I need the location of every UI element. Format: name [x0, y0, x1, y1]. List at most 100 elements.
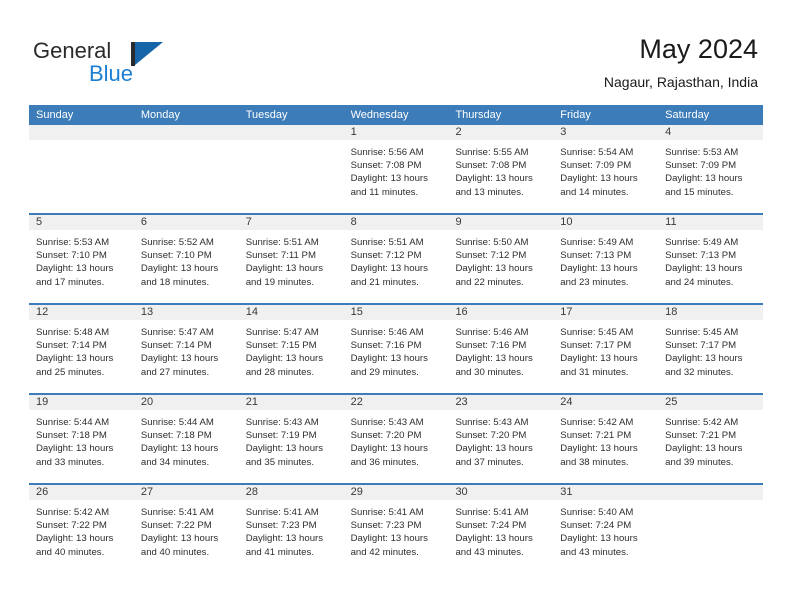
- day-detail-line: and 23 minutes.: [560, 276, 629, 288]
- calendar-day-cell[interactable]: 21 Sunrise: 5:43 AM Sunset: 7:19 PM Dayligh…: [238, 395, 344, 483]
- calendar-day-cell[interactable]: 25 Sunrise: 5:42 AM Sunset: 7:21 PM Dayligh…: [658, 395, 764, 483]
- calendar-day-cell[interactable]: 12 Sunrise: 5:48 AM Sunset: 7:14 PM Dayligh…: [29, 305, 134, 393]
- day-detail-line: Daylight: 13 hours: [455, 353, 533, 365]
- calendar-day-cell[interactable]: 5 Sunrise: 5:53 AM Sunset: 7:10 PM Daylight…: [29, 215, 134, 303]
- day-detail-line: Sunset: 7:23 PM: [245, 520, 317, 532]
- day-detail-line: Daylight: 13 hours: [560, 353, 638, 365]
- calendar-day-cell[interactable]: 16 Sunrise: 5:46 AM Sunset: 7:16 PM Dayligh…: [448, 305, 554, 393]
- day-details: Sunrise: 5:49 AM Sunset: 7:13 PM Daylight:…: [553, 230, 658, 289]
- day-details: Sunrise: 5:56 AM Sunset: 7:08 PM Daylight:…: [344, 140, 449, 199]
- day-detail-line: Daylight: 13 hours: [560, 173, 638, 185]
- calendar-day-cell[interactable]: 17 Sunrise: 5:45 AM Sunset: 7:17 PM Dayligh…: [553, 305, 659, 393]
- day-detail-line: Sunset: 7:15 PM: [245, 340, 317, 352]
- calendar-day-cell[interactable]: 3 Sunrise: 5:54 AM Sunset: 7:09 PM Daylight…: [553, 125, 659, 213]
- calendar-day-cell[interactable]: 8 Sunrise: 5:51 AM Sunset: 7:12 PM Daylight…: [343, 215, 449, 303]
- day-details: Sunrise: 5:41 AM Sunset: 7:22 PM Daylight:…: [134, 500, 239, 559]
- calendar-day-cell[interactable]: 18 Sunrise: 5:45 AM Sunset: 7:17 PM Dayligh…: [658, 305, 764, 393]
- day-detail-line: Sunset: 7:20 PM: [455, 430, 527, 442]
- day-detail-line: Daylight: 13 hours: [665, 263, 743, 275]
- day-detail-line: and 43 minutes.: [455, 546, 524, 558]
- day-details: Sunrise: 5:51 AM Sunset: 7:12 PM Daylight:…: [344, 230, 449, 289]
- page-header: General Blue May 2024 Nagaur, Rajasthan,…: [0, 0, 792, 104]
- day-detail-line: Sunrise: 5:44 AM: [140, 417, 214, 428]
- day-number: 21: [238, 395, 344, 410]
- calendar-day-cell[interactable]: 6 Sunrise: 5:52 AM Sunset: 7:10 PM Daylight…: [133, 215, 239, 303]
- day-details: Sunrise: 5:43 AM Sunset: 7:19 PM Daylight:…: [239, 410, 344, 469]
- day-detail-line: Sunset: 7:17 PM: [560, 340, 632, 352]
- calendar-day-cell[interactable]: 29 Sunrise: 5:41 AM Sunset: 7:23 PM Dayligh…: [343, 485, 449, 573]
- calendar-day-cell[interactable]: 27 Sunrise: 5:41 AM Sunset: 7:22 PM Dayligh…: [133, 485, 239, 573]
- day-detail-line: Sunrise: 5:44 AM: [36, 417, 110, 428]
- calendar-day-cell[interactable]: 9 Sunrise: 5:50 AM Sunset: 7:12 PM Daylight…: [448, 215, 554, 303]
- calendar-day-cell[interactable]: 15 Sunrise: 5:46 AM Sunset: 7:16 PM Dayligh…: [343, 305, 449, 393]
- calendar-day-cell[interactable]: 20 Sunrise: 5:44 AM Sunset: 7:18 PM Dayligh…: [133, 395, 239, 483]
- day-details: Sunrise: 5:53 AM Sunset: 7:09 PM Daylight:…: [658, 140, 763, 199]
- day-detail-line: Sunset: 7:19 PM: [245, 430, 317, 442]
- calendar-day-cell[interactable]: 10 Sunrise: 5:49 AM Sunset: 7:13 PM Dayligh…: [553, 215, 659, 303]
- day-detail-line: and 27 minutes.: [140, 366, 210, 378]
- calendar-day-cell[interactable]: 14 Sunrise: 5:47 AM Sunset: 7:15 PM Dayligh…: [238, 305, 344, 393]
- day-detail-line: Sunrise: 5:52 AM: [140, 237, 214, 248]
- day-details: Sunrise: 5:46 AM Sunset: 7:16 PM Daylight:…: [448, 320, 553, 379]
- day-detail-line: and 31 minutes.: [560, 366, 629, 378]
- day-detail-line: Sunset: 7:16 PM: [350, 340, 422, 352]
- day-detail-line: Daylight: 13 hours: [36, 263, 114, 275]
- day-detail-line: and 22 minutes.: [455, 276, 524, 288]
- calendar-day-cell[interactable]: 22 Sunrise: 5:43 AM Sunset: 7:20 PM Dayligh…: [343, 395, 449, 483]
- calendar-day-cell[interactable]: 11 Sunrise: 5:49 AM Sunset: 7:13 PM Dayligh…: [658, 215, 764, 303]
- calendar-day-cell[interactable]: 7 Sunrise: 5:51 AM Sunset: 7:11 PM Daylight…: [238, 215, 344, 303]
- calendar-day-cell[interactable]: 24 Sunrise: 5:42 AM Sunset: 7:21 PM Dayligh…: [553, 395, 659, 483]
- day-detail-line: Sunset: 7:21 PM: [560, 430, 632, 442]
- day-detail-line: Daylight: 13 hours: [350, 443, 428, 455]
- day-detail-line: Daylight: 13 hours: [665, 353, 743, 365]
- day-detail-line: Daylight: 13 hours: [560, 443, 638, 455]
- day-detail-line: Sunset: 7:10 PM: [140, 250, 212, 262]
- day-details: Sunrise: 5:43 AM Sunset: 7:20 PM Daylight:…: [448, 410, 553, 469]
- calendar-day-cell[interactable]: 19 Sunrise: 5:44 AM Sunset: 7:18 PM Dayligh…: [29, 395, 134, 483]
- day-details: Sunrise: 5:44 AM Sunset: 7:18 PM Daylight:…: [134, 410, 239, 469]
- calendar-week-row: 1 Sunrise: 5:56 AM Sunset: 7:08 PM Daylight…: [29, 125, 764, 213]
- day-number: 9: [448, 215, 554, 230]
- day-detail-line: Daylight: 13 hours: [36, 533, 114, 545]
- day-detail-line: and 37 minutes.: [455, 456, 524, 468]
- day-number: 25: [658, 395, 764, 410]
- calendar-cell-empty: [29, 125, 134, 213]
- calendar-day-cell[interactable]: 2 Sunrise: 5:55 AM Sunset: 7:08 PM Daylight…: [448, 125, 554, 213]
- day-detail-line: Sunrise: 5:49 AM: [560, 237, 634, 248]
- flag-icon: [131, 42, 163, 66]
- calendar-weeks: 1 Sunrise: 5:56 AM Sunset: 7:08 PM Daylight…: [29, 125, 764, 573]
- day-detail-line: Daylight: 13 hours: [245, 443, 324, 455]
- day-detail-line: Sunset: 7:14 PM: [140, 340, 212, 352]
- day-details: [239, 140, 344, 146]
- calendar-day-cell[interactable]: 23 Sunrise: 5:43 AM Sunset: 7:20 PM Dayligh…: [448, 395, 554, 483]
- day-header-monday: Monday: [140, 109, 180, 121]
- calendar-day-cell[interactable]: 30 Sunrise: 5:41 AM Sunset: 7:24 PM Dayligh…: [448, 485, 554, 573]
- calendar-day-cell[interactable]: 1 Sunrise: 5:56 AM Sunset: 7:08 PM Daylight…: [343, 125, 449, 213]
- day-number: 13: [133, 305, 239, 320]
- day-details: Sunrise: 5:55 AM Sunset: 7:08 PM Daylight:…: [448, 140, 553, 199]
- day-number: 27: [133, 485, 239, 500]
- day-detail-line: Sunrise: 5:56 AM: [350, 147, 424, 158]
- day-details: Sunrise: 5:40 AM Sunset: 7:24 PM Daylight:…: [553, 500, 658, 559]
- brand-logo[interactable]: General Blue: [33, 38, 213, 90]
- day-detail-line: Sunrise: 5:54 AM: [560, 147, 634, 158]
- day-detail-line: and 41 minutes.: [245, 546, 314, 558]
- calendar-day-cell[interactable]: 13 Sunrise: 5:47 AM Sunset: 7:14 PM Dayligh…: [133, 305, 239, 393]
- title-block: May 2024 Nagaur, Rajasthan, India: [604, 33, 758, 91]
- calendar-day-cell[interactable]: 28 Sunrise: 5:41 AM Sunset: 7:23 PM Dayligh…: [238, 485, 344, 573]
- day-detail-line: Sunset: 7:09 PM: [665, 160, 737, 172]
- calendar-day-cell[interactable]: 26 Sunrise: 5:42 AM Sunset: 7:22 PM Dayligh…: [29, 485, 134, 573]
- day-detail-line: Sunrise: 5:43 AM: [245, 417, 319, 428]
- day-detail-line: Daylight: 13 hours: [350, 173, 428, 185]
- day-detail-line: Sunset: 7:08 PM: [455, 160, 527, 172]
- calendar-day-cell[interactable]: 31 Sunrise: 5:40 AM Sunset: 7:24 PM Dayligh…: [553, 485, 659, 573]
- day-detail-line: Sunset: 7:24 PM: [455, 520, 527, 532]
- calendar-grid: Sunday Monday Tuesday Wednesday Thursday Frid…: [29, 105, 764, 573]
- day-number: 28: [238, 485, 344, 500]
- day-detail-line: Sunrise: 5:40 AM: [560, 507, 634, 518]
- day-number: 20: [133, 395, 239, 410]
- location-subtitle: Nagaur, Rajasthan, India: [603, 74, 758, 90]
- day-number: [658, 485, 764, 500]
- calendar-day-cell[interactable]: 4 Sunrise: 5:53 AM Sunset: 7:09 PM Daylight…: [658, 125, 764, 213]
- day-details: Sunrise: 5:41 AM Sunset: 7:23 PM Daylight:…: [239, 500, 344, 559]
